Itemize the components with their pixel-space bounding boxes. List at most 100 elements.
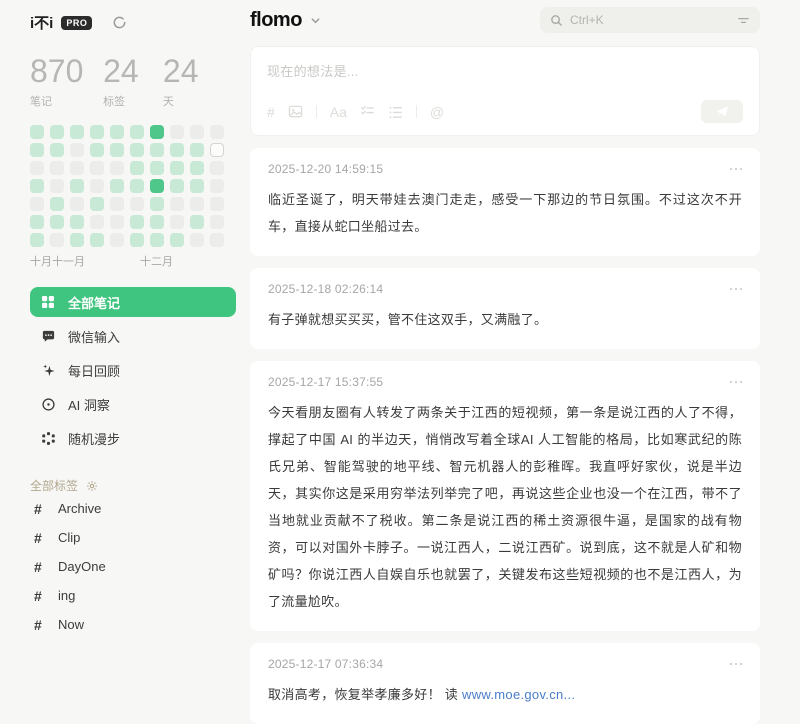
heatmap-cell [150,233,164,247]
main-content: flomo 现在的想法是... # [250,0,760,724]
heatmap-cell [150,143,164,157]
note-content: 临近圣诞了，明天带娃去澳门走走，感受一下那边的节日氛围。不过这次不开车，直接从蛇… [268,186,742,240]
heatmap-cell [50,161,64,175]
stat-days-value: 24 [163,55,236,87]
more-options-icon[interactable] [730,288,743,291]
tag-item-dayone[interactable]: # DayOne [30,552,236,581]
search-box[interactable] [540,7,760,33]
heatmap-cell [110,161,124,175]
composer-toolbar: # Aa [267,100,743,123]
heatmap-cell [190,179,204,193]
heatmap-cell [210,143,224,157]
tag-item-clip[interactable]: # Clip [30,523,236,552]
heatmap-cell [130,215,144,229]
heatmap-cell [90,197,104,211]
tag-item-ing[interactable]: # ing [30,581,236,610]
note-header: 2025-12-18 02:26:14 [268,282,742,296]
note-header: 2025-12-17 07:36:34 [268,657,742,671]
filter-icon[interactable] [737,14,750,27]
heatmap-cell [110,197,124,211]
note-card: 2025-12-18 02:26:14 有子弹就想买买买，管不住这双手，又满融了… [250,268,760,349]
toolbar-divider [416,105,417,118]
list-icon[interactable] [388,104,403,119]
composer-placeholder[interactable]: 现在的想法是... [267,61,743,80]
pro-badge: PRO [61,16,92,30]
heatmap-cell [90,143,104,157]
heatmap-cell [210,161,224,175]
heatmap-cell [110,233,124,247]
heatmap-cell [150,125,164,139]
heatmap-cell [170,125,184,139]
heatmap-cell [110,125,124,139]
more-options-icon[interactable] [730,663,743,666]
heatmap-cell [50,197,64,211]
tag-item-archive[interactable]: # Archive [30,494,236,523]
heatmap-cell [170,143,184,157]
hash-icon: # [34,559,46,575]
hash-icon: # [34,501,46,517]
more-options-icon[interactable] [730,168,743,171]
heatmap-cell [70,125,84,139]
note-timestamp: 2025-12-17 07:36:34 [268,657,383,671]
sidebar-item-ai-insight[interactable]: AI 洞察 [30,389,236,419]
main-header: flomo [250,0,760,40]
hash-icon: # [34,588,46,604]
heatmap-cell [150,161,164,175]
sidebar-item-all-notes[interactable]: 全部笔记 [30,287,236,317]
heatmap-cell [90,179,104,193]
note-content: 取消高考，恢复举孝廉多好！ 读 www.moe.gov.cn... [268,681,742,708]
dots-cluster-icon [40,430,56,446]
tag-label: Now [58,617,84,632]
checklist-icon[interactable] [360,104,375,119]
heatmap-cell [30,197,44,211]
heatmap-cell [50,215,64,229]
text-format-icon[interactable]: Aa [330,104,347,120]
sidebar-item-random-walk[interactable]: 随机漫步 [30,423,236,453]
mention-icon[interactable]: @ [430,104,444,120]
heatmap-cell [70,233,84,247]
heatmap-cell [210,197,224,211]
toolbar-divider [316,105,317,118]
hash-icon[interactable]: # [267,104,275,120]
stats-row: 870 笔记 24 标签 24 天 [30,55,236,109]
heatmap-cell [110,215,124,229]
heatmap-cell [30,233,44,247]
heatmap-cell [90,215,104,229]
heatmap-cell [210,233,224,247]
search-input[interactable] [570,13,730,27]
refresh-icon[interactable] [112,15,127,30]
chevron-down-icon[interactable] [310,15,321,26]
heatmap-cell [30,179,44,193]
tag-item-now[interactable]: # Now [30,610,236,639]
note-timestamp: 2025-12-17 15:37:55 [268,375,383,389]
hash-icon: # [34,530,46,546]
heatmap-cell [110,143,124,157]
tags-header-label: 全部标签 [30,477,78,494]
heatmap-cell [130,125,144,139]
heatmap-cell [130,143,144,157]
sidebar: i不i PRO 870 笔记 24 标签 24 天 十月十一月 十二月 [30,0,236,639]
note-link[interactable]: www.moe.gov.cn... [462,687,575,702]
activity-heatmap: 十月十一月 十二月 [30,125,236,269]
heatmap-cell [50,233,64,247]
user-name: i不i [30,12,53,33]
note-composer[interactable]: 现在的想法是... # Aa [250,46,760,136]
month-label-dec: 十二月 [140,253,173,269]
more-options-icon[interactable] [730,381,743,384]
heatmap-cell [30,143,44,157]
gear-icon[interactable] [86,480,98,492]
heatmap-grid [30,125,236,247]
send-button[interactable] [701,100,743,123]
heatmap-cell [170,197,184,211]
sidebar-item-daily-review[interactable]: 每日回顾 [30,355,236,385]
heatmap-cell [90,161,104,175]
tag-label: DayOne [58,559,106,574]
sidebar-item-wechat-input[interactable]: 微信输入 [30,321,236,351]
heatmap-cell [30,161,44,175]
heatmap-cell [170,179,184,193]
image-icon[interactable] [288,104,303,119]
heatmap-cell [170,161,184,175]
tag-label: ing [58,588,75,603]
heatmap-cell [70,179,84,193]
note-card: 2025-12-17 15:37:55 今天看朋友圈有人转发了两条关于江西的短视… [250,361,760,631]
